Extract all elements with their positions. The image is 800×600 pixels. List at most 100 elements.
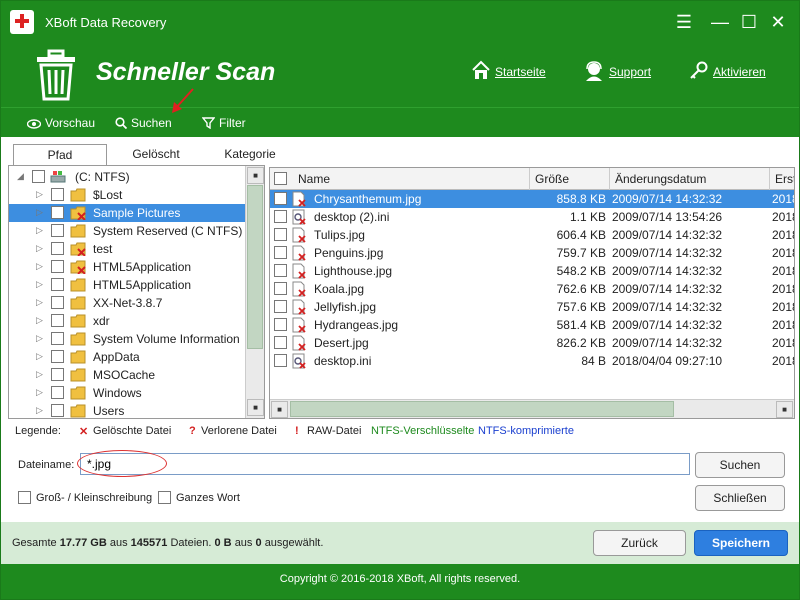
scroll-up-icon[interactable]: ■ [247,167,264,184]
file-row[interactable]: Chrysanthemum.jpg 858.8 KB 2009/07/14 14:3… [270,190,794,208]
file-row[interactable]: Penguins.jpg 759.7 KB 2009/07/14 14:32:32 2… [270,244,794,262]
col-size[interactable]: Größe [535,172,569,186]
file-row[interactable]: Koala.jpg 762.6 KB 2009/07/14 14:32:32 2018 [270,280,794,298]
tree-item-checkbox[interactable] [51,224,64,237]
tree-item-checkbox[interactable] [51,242,64,255]
tree-item[interactable]: ▷ Windows [9,384,245,402]
filename-input[interactable] [80,453,690,475]
support-link[interactable]: Support [609,65,651,79]
col-created[interactable]: Erst [775,172,794,186]
expand-icon[interactable]: ▷ [36,207,43,218]
scroll-down-icon[interactable]: ■ [247,399,264,416]
activate-link[interactable]: Aktivieren [713,65,766,79]
file-row-checkbox[interactable] [274,318,287,331]
tree-item-checkbox[interactable] [51,296,64,309]
expand-icon[interactable]: ▷ [36,333,43,344]
scroll-left-icon[interactable]: ■ [271,401,288,418]
hscrollbar-thumb[interactable] [290,401,674,417]
tree-scrollbar-thumb[interactable] [247,185,263,349]
tree-item-checkbox[interactable] [51,350,64,363]
file-row[interactable]: Desert.jpg 826.2 KB 2009/07/14 14:32:32 201… [270,334,794,352]
file-row-checkbox[interactable] [274,300,287,313]
tab-path[interactable]: Pfad [13,144,107,166]
minimize-button[interactable]: — [707,9,733,35]
select-all-checkbox[interactable] [274,172,287,185]
tree-item-checkbox[interactable] [51,278,64,291]
file-row[interactable]: desktop.ini 84 B 2018/04/04 09:27:10 2018 [270,352,794,370]
tree-item[interactable]: ▷ AppData [9,348,245,366]
file-row-checkbox[interactable] [274,210,287,223]
file-row-checkbox[interactable] [274,336,287,349]
home-link[interactable]: Startseite [495,65,546,79]
file-row[interactable]: Lighthouse.jpg 548.2 KB 2009/07/14 14:32:3… [270,262,794,280]
case-sensitive-option[interactable]: Groß- / Kleinschreibung [18,491,152,504]
home-icon[interactable] [471,60,491,80]
tree-item[interactable]: ▷ MSOCache [9,366,245,384]
tree-item[interactable]: ▷ HTML5Application [9,258,245,276]
col-date[interactable]: Änderungsdatum [615,172,706,186]
collapse-icon[interactable]: ◢ [17,171,24,182]
whole-word-option[interactable]: Ganzes Wort [158,491,240,504]
file-row[interactable]: Jellyfish.jpg 757.6 KB 2009/07/14 14:32:32… [270,298,794,316]
tab-deleted[interactable]: Gelöscht [109,144,203,166]
expand-icon[interactable]: ▷ [36,189,43,200]
tree-item[interactable]: ▷ System Reserved (C NTFS) [9,222,245,240]
tree-item-checkbox[interactable] [51,314,64,327]
tree-item-checkbox[interactable] [51,332,64,345]
tree-item-checkbox[interactable] [51,260,64,273]
search-toolbar-button[interactable]: Suchen [115,116,172,130]
expand-icon[interactable]: ▷ [36,405,43,416]
file-row[interactable]: Hydrangeas.jpg 581.4 KB 2009/07/14 14:32:3… [270,316,794,334]
support-icon[interactable] [583,60,605,82]
search-button[interactable]: Suchen [695,452,785,478]
tree-item[interactable]: ▷ $Lost [9,186,245,204]
tree-item[interactable]: ▷ System Volume Information [9,330,245,348]
tree-item[interactable]: ▷ XX-Net-3.8.7 [9,294,245,312]
file-row-checkbox[interactable] [274,282,287,295]
tree-item-checkbox[interactable] [51,188,64,201]
expand-icon[interactable]: ▷ [36,351,43,362]
tree-item[interactable]: ▷ HTML5Application [9,276,245,294]
filter-button[interactable]: Filter [202,116,246,130]
tree-item-checkbox[interactable] [51,386,64,399]
expand-icon[interactable]: ▷ [36,279,43,290]
tree-item-checkbox[interactable] [51,404,64,417]
maximize-button[interactable]: ☐ [736,9,762,35]
tree-item[interactable]: ▷ test [9,240,245,258]
file-row-checkbox[interactable] [274,192,287,205]
expand-icon[interactable]: ▷ [36,369,43,380]
tree-item-checkbox[interactable] [51,206,64,219]
file-row[interactable]: desktop (2).ini 1.1 KB 2009/07/14 13:54:26… [270,208,794,226]
col-name[interactable]: Name [298,172,330,186]
menu-button[interactable]: ☰ [671,9,697,35]
preview-button[interactable]: Vorschau [27,116,95,130]
file-list-hscrollbar[interactable]: ■ ■ [270,399,794,418]
tree-item-checkbox[interactable] [51,368,64,381]
tree-root[interactable]: ◢ (C: NTFS) [9,168,245,186]
whole-word-checkbox[interactable] [158,491,171,504]
tree-item[interactable]: ▷ Users [9,402,245,418]
back-button[interactable]: Zurück [593,530,686,556]
key-icon[interactable] [689,60,709,80]
tree-item[interactable]: ▷ xdr [9,312,245,330]
scroll-right-icon[interactable]: ■ [776,401,793,418]
save-button[interactable]: Speichern [694,530,788,556]
close-search-button[interactable]: Schließen [695,485,785,511]
tree-root-checkbox[interactable] [32,170,45,183]
expand-icon[interactable]: ▷ [36,387,43,398]
file-row-checkbox[interactable] [274,246,287,259]
file-row[interactable]: Tulips.jpg 606.4 KB 2009/07/14 14:32:32 201… [270,226,794,244]
tree-item[interactable]: ▷ Sample Pictures [9,204,245,222]
file-row-checkbox[interactable] [274,354,287,367]
close-button[interactable]: ✕ [765,9,791,35]
expand-icon[interactable]: ▷ [36,261,43,272]
expand-icon[interactable]: ▷ [36,315,43,326]
case-sensitive-checkbox[interactable] [18,491,31,504]
expand-icon[interactable]: ▷ [36,297,43,308]
file-row-checkbox[interactable] [274,264,287,277]
tree-scrollbar[interactable]: ■ ■ [245,166,264,418]
expand-icon[interactable]: ▷ [36,225,43,236]
expand-icon[interactable]: ▷ [36,243,43,254]
file-row-checkbox[interactable] [274,228,287,241]
tab-category[interactable]: Kategorie [203,144,297,166]
